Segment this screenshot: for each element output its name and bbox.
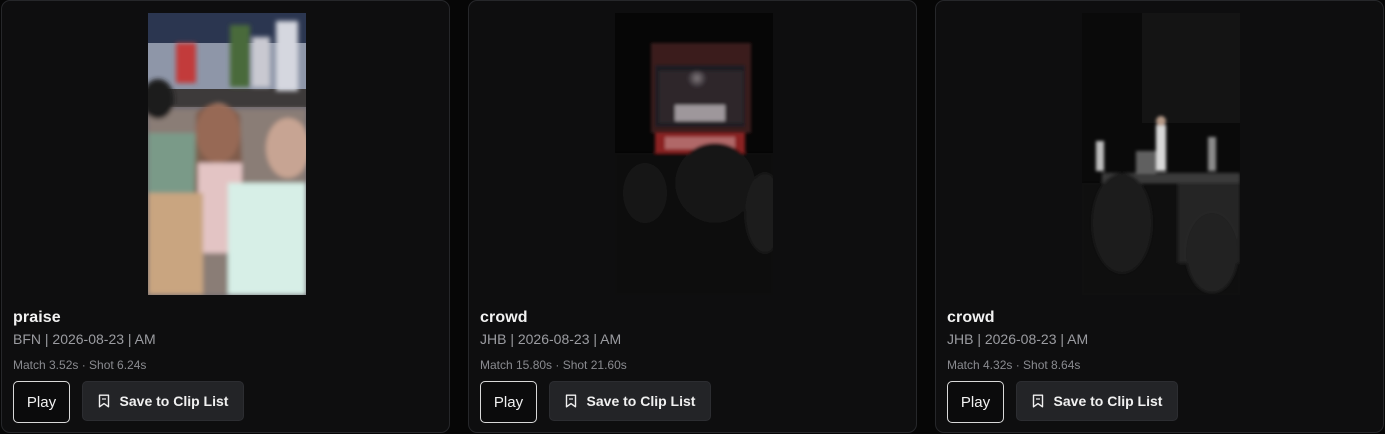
- save-to-clip-list-button[interactable]: Save to Clip List: [82, 381, 244, 421]
- bookmark-icon: [565, 394, 577, 408]
- clip-meta: JHB | 2026-08-23 | AM: [947, 331, 1089, 347]
- clip-tag: crowd: [480, 309, 528, 326]
- clip-stats: Match 3.52s · Shot 6.24s: [13, 358, 147, 372]
- save-to-clip-list-button[interactable]: Save to Clip List: [549, 381, 711, 421]
- video-thumbnail[interactable]: [615, 13, 773, 295]
- play-button[interactable]: Play: [13, 381, 70, 423]
- clip-tag: crowd: [947, 309, 995, 326]
- clip-card: praise BFN | 2026-08-23 | AM Match 3.52s…: [1, 0, 450, 433]
- save-to-clip-list-button[interactable]: Save to Clip List: [1016, 381, 1178, 421]
- video-thumbnail[interactable]: [1082, 13, 1240, 295]
- save-button-label: Save to Clip List: [119, 393, 229, 409]
- clip-tag: praise: [13, 309, 61, 326]
- clip-card: crowd JHB | 2026-08-23 | AM Match 4.32s …: [935, 0, 1384, 433]
- bookmark-icon: [1032, 394, 1044, 408]
- play-button[interactable]: Play: [480, 381, 537, 423]
- play-button[interactable]: Play: [947, 381, 1004, 423]
- bookmark-icon: [98, 394, 110, 408]
- save-button-label: Save to Clip List: [1053, 393, 1163, 409]
- clip-meta: BFN | 2026-08-23 | AM: [13, 331, 156, 347]
- save-button-label: Save to Clip List: [586, 393, 696, 409]
- clip-meta: JHB | 2026-08-23 | AM: [480, 331, 622, 347]
- clip-card: crowd JHB | 2026-08-23 | AM Match 15.80s…: [468, 0, 917, 433]
- clip-results-grid: praise BFN | 2026-08-23 | AM Match 3.52s…: [0, 0, 1385, 434]
- clip-stats: Match 15.80s · Shot 21.60s: [480, 358, 627, 372]
- clip-stats: Match 4.32s · Shot 8.64s: [947, 358, 1081, 372]
- video-thumbnail[interactable]: [148, 13, 306, 295]
